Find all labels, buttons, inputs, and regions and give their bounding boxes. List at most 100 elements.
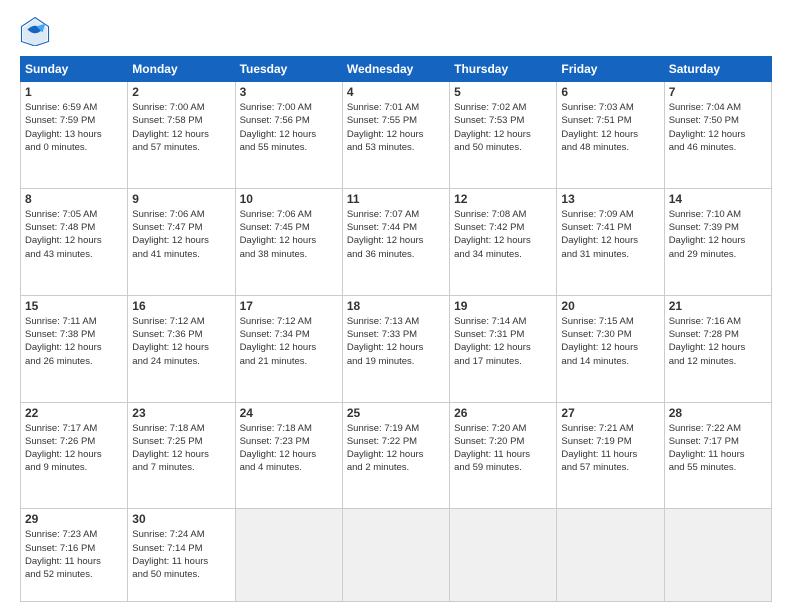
day-cell: 6 Sunrise: 7:03 AM Sunset: 7:51 PM Daylig… bbox=[557, 82, 664, 189]
col-header-friday: Friday bbox=[557, 57, 664, 82]
day-info: Sunrise: 6:59 AM Sunset: 7:59 PM Dayligh… bbox=[25, 101, 123, 154]
day-info: Sunrise: 7:02 AM Sunset: 7:53 PM Dayligh… bbox=[454, 101, 552, 154]
day-info: Sunrise: 7:09 AM Sunset: 7:41 PM Dayligh… bbox=[561, 208, 659, 261]
day-number: 1 bbox=[25, 85, 123, 99]
calendar-body: 1 Sunrise: 6:59 AM Sunset: 7:59 PM Daylig… bbox=[21, 82, 772, 602]
day-number: 10 bbox=[240, 192, 338, 206]
day-cell: 30Sunrise: 7:24 AM Sunset: 7:14 PM Dayli… bbox=[128, 509, 235, 602]
day-cell: 29 Sunrise: 7:23 AM Sunset: 7:16 PM Dayli… bbox=[21, 509, 128, 602]
day-cell: 12 Sunrise: 7:08 AM Sunset: 7:42 PM Dayli… bbox=[450, 188, 557, 295]
day-number: 11 bbox=[347, 192, 445, 206]
day-info: Sunrise: 7:12 AM Sunset: 7:34 PM Dayligh… bbox=[240, 315, 338, 368]
day-cell: 24 Sunrise: 7:18 AM Sunset: 7:23 PM Dayli… bbox=[235, 402, 342, 509]
col-header-wednesday: Wednesday bbox=[342, 57, 449, 82]
day-info: Sunrise: 7:18 AM Sunset: 7:23 PM Dayligh… bbox=[240, 422, 338, 475]
day-cell: 15 Sunrise: 7:11 AM Sunset: 7:38 PM Dayli… bbox=[21, 295, 128, 402]
day-info: Sunrise: 7:03 AM Sunset: 7:51 PM Dayligh… bbox=[561, 101, 659, 154]
day-number: 5 bbox=[454, 85, 552, 99]
day-cell bbox=[235, 509, 342, 602]
logo bbox=[20, 16, 54, 46]
day-info: Sunrise: 7:08 AM Sunset: 7:42 PM Dayligh… bbox=[454, 208, 552, 261]
day-cell: 3Sunrise: 7:00 AM Sunset: 7:56 PM Daylig… bbox=[235, 82, 342, 189]
day-number: 23 bbox=[132, 406, 230, 420]
day-cell: 13Sunrise: 7:09 AM Sunset: 7:41 PM Dayli… bbox=[557, 188, 664, 295]
day-info: Sunrise: 7:14 AM Sunset: 7:31 PM Dayligh… bbox=[454, 315, 552, 368]
day-number: 2 bbox=[132, 85, 230, 99]
day-number: 3 bbox=[240, 85, 338, 99]
day-cell: 27 Sunrise: 7:21 AM Sunset: 7:19 PM Dayli… bbox=[557, 402, 664, 509]
day-number: 26 bbox=[454, 406, 552, 420]
day-cell: 26 Sunrise: 7:20 AM Sunset: 7:20 PM Dayli… bbox=[450, 402, 557, 509]
day-info: Sunrise: 7:07 AM Sunset: 7:44 PM Dayligh… bbox=[347, 208, 445, 261]
day-number: 20 bbox=[561, 299, 659, 313]
day-info: Sunrise: 7:13 AM Sunset: 7:33 PM Dayligh… bbox=[347, 315, 445, 368]
day-cell: 4 Sunrise: 7:01 AM Sunset: 7:55 PM Daylig… bbox=[342, 82, 449, 189]
calendar-header-row: SundayMondayTuesdayWednesdayThursdayFrid… bbox=[21, 57, 772, 82]
day-cell: 1 Sunrise: 6:59 AM Sunset: 7:59 PM Daylig… bbox=[21, 82, 128, 189]
day-info: Sunrise: 7:06 AM Sunset: 7:47 PM Dayligh… bbox=[132, 208, 230, 261]
day-number: 17 bbox=[240, 299, 338, 313]
week-row-3: 22 Sunrise: 7:17 AM Sunset: 7:26 PM Dayli… bbox=[21, 402, 772, 509]
day-info: Sunrise: 7:00 AM Sunset: 7:58 PM Dayligh… bbox=[132, 101, 230, 154]
day-number: 22 bbox=[25, 406, 123, 420]
week-row-4: 29 Sunrise: 7:23 AM Sunset: 7:16 PM Dayli… bbox=[21, 509, 772, 602]
day-number: 18 bbox=[347, 299, 445, 313]
day-number: 6 bbox=[561, 85, 659, 99]
day-info: Sunrise: 7:23 AM Sunset: 7:16 PM Dayligh… bbox=[25, 528, 123, 581]
day-info: Sunrise: 7:11 AM Sunset: 7:38 PM Dayligh… bbox=[25, 315, 123, 368]
day-number: 24 bbox=[240, 406, 338, 420]
day-cell: 21 Sunrise: 7:16 AM Sunset: 7:28 PM Dayli… bbox=[664, 295, 771, 402]
day-cell bbox=[664, 509, 771, 602]
day-info: Sunrise: 7:12 AM Sunset: 7:36 PM Dayligh… bbox=[132, 315, 230, 368]
day-number: 4 bbox=[347, 85, 445, 99]
day-info: Sunrise: 7:19 AM Sunset: 7:22 PM Dayligh… bbox=[347, 422, 445, 475]
day-info: Sunrise: 7:04 AM Sunset: 7:50 PM Dayligh… bbox=[669, 101, 767, 154]
day-cell: 18 Sunrise: 7:13 AM Sunset: 7:33 PM Dayli… bbox=[342, 295, 449, 402]
day-info: Sunrise: 7:01 AM Sunset: 7:55 PM Dayligh… bbox=[347, 101, 445, 154]
day-info: Sunrise: 7:16 AM Sunset: 7:28 PM Dayligh… bbox=[669, 315, 767, 368]
day-cell: 25 Sunrise: 7:19 AM Sunset: 7:22 PM Dayli… bbox=[342, 402, 449, 509]
day-number: 29 bbox=[25, 512, 123, 526]
day-number: 14 bbox=[669, 192, 767, 206]
calendar: SundayMondayTuesdayWednesdayThursdayFrid… bbox=[20, 56, 772, 602]
day-cell: 8Sunrise: 7:05 AM Sunset: 7:48 PM Daylig… bbox=[21, 188, 128, 295]
day-cell bbox=[342, 509, 449, 602]
day-cell: 5 Sunrise: 7:02 AM Sunset: 7:53 PM Daylig… bbox=[450, 82, 557, 189]
week-row-1: 8Sunrise: 7:05 AM Sunset: 7:48 PM Daylig… bbox=[21, 188, 772, 295]
day-info: Sunrise: 7:15 AM Sunset: 7:30 PM Dayligh… bbox=[561, 315, 659, 368]
day-cell: 14 Sunrise: 7:10 AM Sunset: 7:39 PM Dayli… bbox=[664, 188, 771, 295]
day-number: 12 bbox=[454, 192, 552, 206]
day-info: Sunrise: 7:17 AM Sunset: 7:26 PM Dayligh… bbox=[25, 422, 123, 475]
day-number: 25 bbox=[347, 406, 445, 420]
header bbox=[20, 16, 772, 46]
day-info: Sunrise: 7:18 AM Sunset: 7:25 PM Dayligh… bbox=[132, 422, 230, 475]
day-cell: 20 Sunrise: 7:15 AM Sunset: 7:30 PM Dayli… bbox=[557, 295, 664, 402]
day-cell: 19Sunrise: 7:14 AM Sunset: 7:31 PM Dayli… bbox=[450, 295, 557, 402]
col-header-thursday: Thursday bbox=[450, 57, 557, 82]
day-cell bbox=[557, 509, 664, 602]
day-number: 9 bbox=[132, 192, 230, 206]
day-info: Sunrise: 7:22 AM Sunset: 7:17 PM Dayligh… bbox=[669, 422, 767, 475]
page: SundayMondayTuesdayWednesdayThursdayFrid… bbox=[0, 0, 792, 612]
day-info: Sunrise: 7:20 AM Sunset: 7:20 PM Dayligh… bbox=[454, 422, 552, 475]
day-info: Sunrise: 7:10 AM Sunset: 7:39 PM Dayligh… bbox=[669, 208, 767, 261]
day-cell: 2 Sunrise: 7:00 AM Sunset: 7:58 PM Daylig… bbox=[128, 82, 235, 189]
day-cell: 11 Sunrise: 7:07 AM Sunset: 7:44 PM Dayli… bbox=[342, 188, 449, 295]
day-number: 15 bbox=[25, 299, 123, 313]
day-number: 16 bbox=[132, 299, 230, 313]
day-number: 21 bbox=[669, 299, 767, 313]
week-row-2: 15 Sunrise: 7:11 AM Sunset: 7:38 PM Dayli… bbox=[21, 295, 772, 402]
day-cell: 16 Sunrise: 7:12 AM Sunset: 7:36 PM Dayli… bbox=[128, 295, 235, 402]
day-cell: 28 Sunrise: 7:22 AM Sunset: 7:17 PM Dayli… bbox=[664, 402, 771, 509]
week-row-0: 1 Sunrise: 6:59 AM Sunset: 7:59 PM Daylig… bbox=[21, 82, 772, 189]
day-number: 8 bbox=[25, 192, 123, 206]
col-header-tuesday: Tuesday bbox=[235, 57, 342, 82]
day-number: 7 bbox=[669, 85, 767, 99]
logo-icon bbox=[20, 16, 50, 46]
col-header-sunday: Sunday bbox=[21, 57, 128, 82]
day-number: 28 bbox=[669, 406, 767, 420]
day-cell: 17 Sunrise: 7:12 AM Sunset: 7:34 PM Dayli… bbox=[235, 295, 342, 402]
day-number: 27 bbox=[561, 406, 659, 420]
day-info: Sunrise: 7:21 AM Sunset: 7:19 PM Dayligh… bbox=[561, 422, 659, 475]
day-cell: 23 Sunrise: 7:18 AM Sunset: 7:25 PM Dayli… bbox=[128, 402, 235, 509]
